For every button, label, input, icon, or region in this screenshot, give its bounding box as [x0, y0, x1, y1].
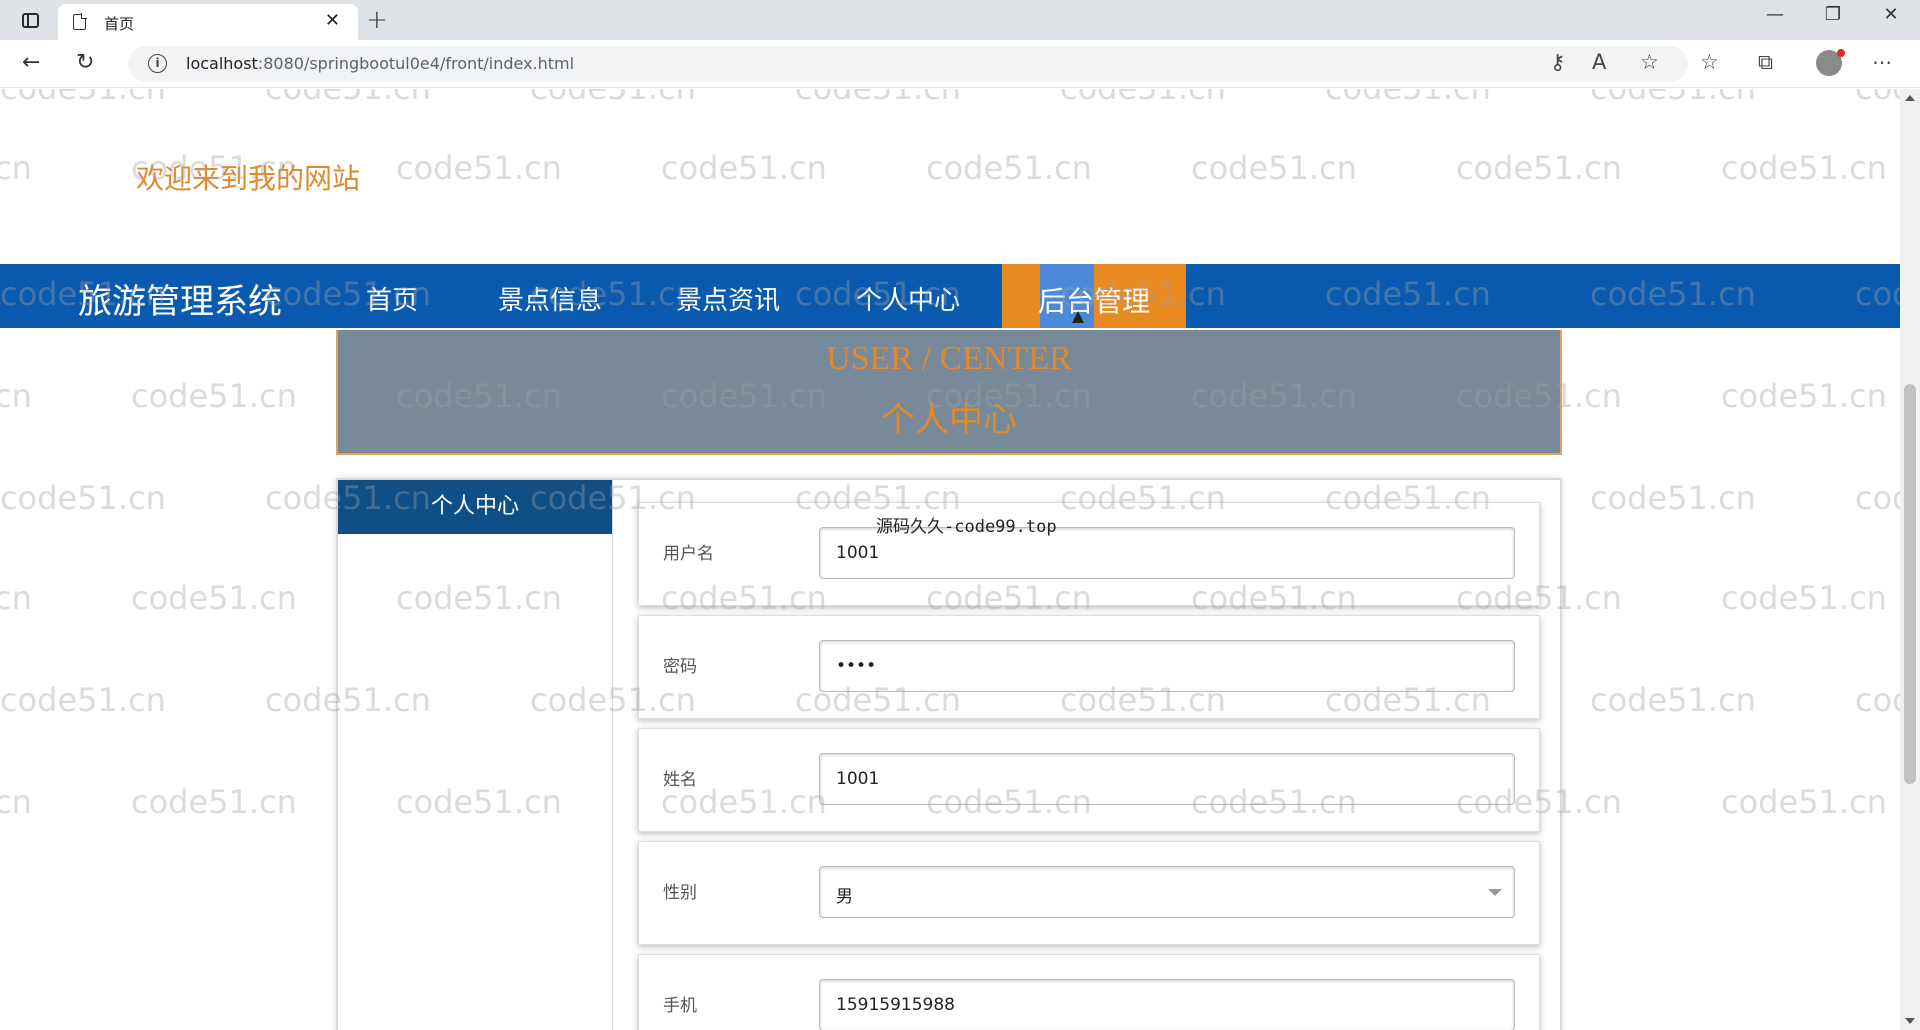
nav-item-home[interactable]: 首页 [366, 280, 418, 317]
watermark-text: code51.cn [1721, 783, 1887, 821]
watermark-text: code51.cn [1721, 149, 1887, 187]
watermark-text: code51.cn [1325, 89, 1491, 107]
watermark-text: code51.cn [1456, 149, 1622, 187]
page-icon [73, 13, 87, 30]
watermark-text: code51.cn [795, 89, 961, 107]
watermark-text: code51.cn [0, 479, 166, 517]
watermark-text: code51.cn [926, 149, 1092, 187]
tab-close-button[interactable]: ✕ [325, 10, 340, 31]
banner-title-cn: 个人中心 [881, 402, 1017, 439]
watermark-text: code51.cn [0, 377, 32, 415]
minimize-button[interactable]: — [1752, 4, 1798, 25]
source-watermark-text: 源码久久-code99.top [876, 517, 1057, 537]
watermark-text: code51.cn [1590, 479, 1756, 517]
watermark-text: code51.cn [1855, 479, 1900, 517]
nav-item-admin-label: 后台管理 [1038, 285, 1151, 318]
add-favorite-icon[interactable]: ☆ [1640, 50, 1659, 74]
user-center-panel: 个人中心 用户名 1001 密码 •••• 姓名 1001 性别 男 手机 15… [336, 478, 1562, 1030]
read-aloud-icon[interactable]: A [1592, 50, 1606, 74]
site-brand[interactable]: 旅游管理系统 [78, 274, 282, 323]
restore-button[interactable]: ❐ [1810, 4, 1856, 25]
watermark-text: code51.cn [1590, 89, 1756, 107]
chevron-down-icon [1488, 889, 1502, 896]
watermark-text: code51.cn [131, 579, 297, 617]
watermark-text: code51.cn [396, 149, 562, 187]
form-item-phone: 手机 15915915988 [638, 954, 1540, 1030]
sidebar-icon [21, 12, 39, 28]
new-tab-button[interactable]: + [366, 5, 388, 35]
divider [612, 480, 613, 1030]
name-input[interactable]: 1001 [819, 753, 1515, 805]
collections-icon[interactable]: ⧉ [1758, 50, 1773, 75]
form-item-gender: 性别 男 [638, 841, 1540, 945]
watermark-text: code51.cn [265, 89, 431, 107]
browser-window: 首页 ✕ + — ❐ ✕ ← ↻ i localhost:8080/spring… [0, 0, 1920, 1030]
password-input[interactable]: •••• [819, 640, 1515, 692]
watermark-text: code51.cn [1060, 89, 1226, 107]
tab-actions-button[interactable] [14, 8, 46, 32]
favorites-icon[interactable]: ☆ [1700, 50, 1719, 74]
watermark-text: code51.cn [1855, 681, 1900, 719]
phone-label: 手机 [663, 996, 697, 1016]
watermark-text: code51.cn [0, 149, 32, 187]
address-bar[interactable]: i localhost:8080/springbootul0e4/front/i… [128, 46, 1688, 82]
page-scrollbar[interactable] [1900, 89, 1920, 1030]
watermark-text: code51.cn [1855, 89, 1900, 107]
watermark-text: code51.cn [661, 149, 827, 187]
profile-avatar-icon[interactable] [1816, 49, 1845, 76]
gender-label: 性别 [663, 883, 697, 903]
welcome-text: 欢迎来到我的网站 [136, 162, 361, 195]
watermark-text: code51.cn [1721, 377, 1887, 415]
watermark-text: code51.cn [0, 89, 166, 107]
watermark-text: code51.cn [1721, 579, 1887, 617]
gender-select[interactable]: 男 [819, 866, 1515, 918]
page-viewport: 欢迎来到我的网站 旅游管理系统 首页 景点信息 景点资讯 个人中心 后台管理 U… [0, 89, 1900, 1030]
url-text[interactable]: localhost:8080/springbootul0e4/front/ind… [186, 54, 574, 73]
scroll-down-icon[interactable] [1905, 1018, 1915, 1024]
main-navbar: 旅游管理系统 首页 景点信息 景点资讯 个人中心 后台管理 [0, 264, 1900, 328]
form-item-password: 密码 •••• [638, 615, 1540, 719]
info-icon[interactable]: i [148, 54, 167, 73]
user-center-banner: USER / CENTER 个人中心 [336, 330, 1562, 455]
nav-item-news[interactable]: 景点资讯 [676, 280, 780, 317]
nav-item-user-center[interactable]: 个人中心 [856, 280, 960, 317]
refresh-icon[interactable]: ↻ [76, 50, 94, 75]
watermark-text: code51.cn [131, 377, 297, 415]
watermark-text: code51.cn [0, 579, 32, 617]
sidebar-title[interactable]: 个人中心 [338, 480, 612, 534]
nav-item-admin[interactable]: 后台管理 [1002, 264, 1186, 328]
watermark-text: code51.cn [1590, 681, 1756, 719]
browser-toolbar: ← ↻ i localhost:8080/springbootul0e4/fro… [0, 40, 1920, 88]
nav-item-attractions[interactable]: 景点信息 [498, 280, 602, 317]
watermark-text: code51.cn [0, 783, 32, 821]
key-icon[interactable]: ⚷ [1550, 50, 1565, 74]
username-label: 用户名 [663, 544, 714, 564]
phone-input[interactable]: 15915915988 [819, 979, 1515, 1030]
form-item-name: 姓名 1001 [638, 728, 1540, 832]
close-window-button[interactable]: ✕ [1868, 4, 1914, 25]
watermark-text: code51.cn [1191, 149, 1357, 187]
scroll-up-icon[interactable] [1905, 95, 1915, 101]
watermark-text: code51.cn [131, 783, 297, 821]
mouse-cursor-icon [1072, 311, 1084, 323]
more-options-icon[interactable]: ⋯ [1872, 50, 1892, 74]
watermark-text: code51.cn [0, 681, 166, 719]
tab-strip: 首页 ✕ + — ❐ ✕ [0, 0, 1920, 40]
name-label: 姓名 [663, 770, 697, 790]
form-item-username: 用户名 1001 [638, 502, 1540, 606]
password-label: 密码 [663, 657, 697, 677]
tab-title: 首页 [104, 15, 135, 33]
watermark-text: code51.cn [530, 89, 696, 107]
scrollbar-thumb[interactable] [1904, 384, 1916, 784]
back-arrow-icon[interactable]: ← [22, 50, 40, 75]
browser-tab[interactable]: 首页 ✕ [58, 4, 358, 40]
banner-title-en: USER / CENTER [826, 340, 1072, 377]
